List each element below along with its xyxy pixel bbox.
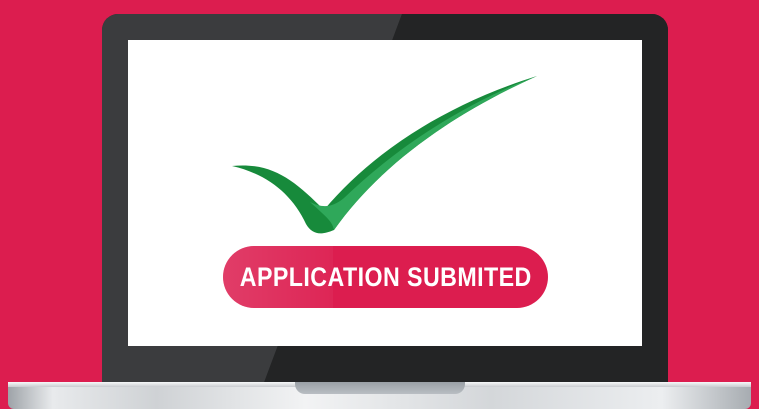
laptop-opening-notch: [295, 382, 465, 394]
status-badge: APPLICATION SUBMITED: [223, 246, 548, 308]
laptop-lid: APPLICATION SUBMITED: [102, 14, 668, 388]
checkmark-icon: [232, 76, 537, 234]
illustration: APPLICATION SUBMITED: [0, 0, 759, 409]
laptop-screen: APPLICATION SUBMITED: [128, 40, 642, 346]
status-label: APPLICATION SUBMITED: [239, 261, 532, 292]
